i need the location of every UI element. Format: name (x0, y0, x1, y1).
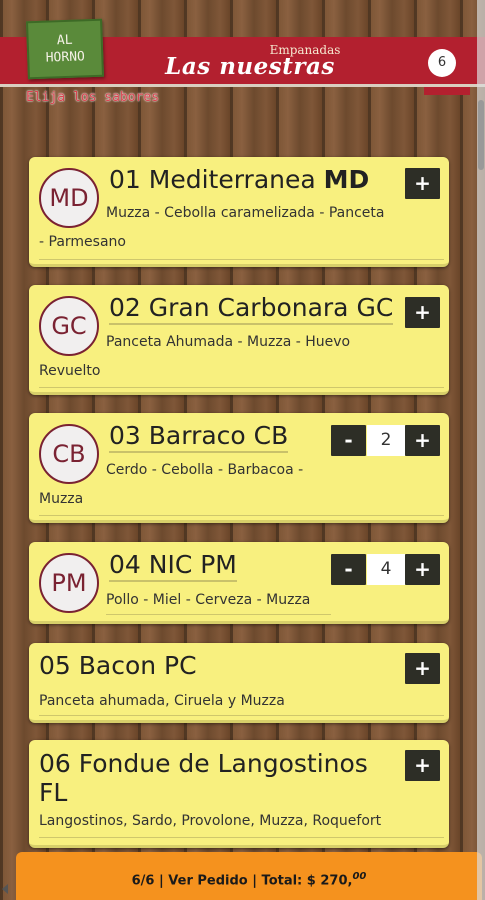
card-divider (39, 387, 444, 388)
product-title: 03 Barraco CB (109, 421, 289, 453)
product-description-line-1: Cerdo - Cebolla - Barbacoa - (106, 462, 304, 478)
product-title: 05 Bacon PC (39, 651, 197, 680)
product-card-gran-carbonara: GC 02 Gran Carbonara GC Panceta Ahumada … (29, 285, 449, 395)
remove-button[interactable]: - (331, 554, 366, 585)
product-description-line-1: Muzza - Cebolla caramelizada - Panceta (106, 205, 385, 221)
product-badge: MD (39, 168, 99, 228)
product-badge: PM (39, 553, 99, 613)
add-button[interactable]: + (405, 653, 440, 684)
card-divider (39, 515, 444, 516)
product-title: 02 Gran Carbonara GC (109, 293, 394, 325)
product-name: Mediterranea (148, 165, 316, 194)
order-count: 6/6 (131, 873, 155, 889)
order-summary-bar[interactable]: 6/6 | Ver Pedido | Total: $ 270,00 (16, 852, 482, 900)
product-description-line-1: Panceta Ahumada - Muzza - Huevo (106, 334, 351, 350)
product-badge: CB (39, 424, 99, 484)
product-card-nic: PM 04 NIC PM Pollo - Miel - Cerveza - Mu… (29, 542, 449, 624)
product-title-line-1: 06 Fondue de Langostinos (39, 749, 368, 778)
add-button[interactable]: + (405, 168, 440, 199)
add-button[interactable]: + (405, 297, 440, 328)
product-title-line-2: FL (39, 778, 68, 807)
product-description-line-1: Pollo - Miel - Cerveza - Muzza (106, 592, 311, 608)
order-total-cents: 00 (352, 871, 367, 882)
separator: | (252, 873, 258, 889)
product-description-line-2: Revuelto (39, 363, 101, 379)
remove-button[interactable]: - (331, 425, 366, 456)
product-card-fondue-langostinos: 06 Fondue de Langostinos FL Langostinos,… (29, 740, 449, 848)
product-description-line-2: - Parmesano (39, 234, 126, 250)
card-divider (39, 837, 444, 838)
card-divider (106, 614, 331, 615)
card-divider (39, 715, 444, 716)
add-button[interactable]: + (405, 554, 440, 585)
quantity-value[interactable]: 2 (367, 425, 405, 456)
page-title: Las nuestras (165, 53, 335, 80)
product-code: MD (323, 165, 370, 194)
order-total: Total: $ 270, (261, 873, 353, 889)
product-title: 04 NIC PM (109, 550, 237, 582)
ribbon-tail (424, 87, 470, 95)
product-card-barraco: CB 03 Barraco CB Cerdo - Cebolla - Barba… (29, 413, 449, 523)
separator: | (159, 873, 164, 889)
card-divider (39, 259, 444, 260)
logo-line-2: HORNO (45, 49, 86, 66)
logo[interactable]: AL HORNO (26, 18, 104, 80)
product-card-bacon: 05 Bacon PC Panceta ahumada, Ciruela y M… (29, 643, 449, 723)
quantity-value[interactable]: 4 (367, 554, 405, 585)
scrollbar-thumb[interactable] (478, 100, 484, 170)
product-number: 01 (109, 165, 141, 194)
scroll-left-arrow-icon[interactable] (2, 884, 8, 894)
cart-count-badge[interactable]: 6 (428, 49, 456, 77)
add-button[interactable]: + (405, 425, 440, 456)
product-description-line-1: Langostinos, Sardo, Provolone, Muzza, Ro… (39, 813, 382, 829)
product-title: 01 Mediterranea MD (109, 165, 369, 194)
product-description-line-2: Muzza (39, 491, 84, 507)
instructions-subtitle: Elija los sabores (26, 90, 160, 105)
view-order-link[interactable]: Ver Pedido (168, 873, 247, 888)
product-badge: GC (39, 296, 99, 356)
product-description-line-1: Panceta ahumada, Ciruela y Muzza (39, 693, 285, 709)
scrollbar[interactable] (477, 0, 485, 900)
product-card-mediterranea: MD 01 Mediterranea MD Muzza - Cebolla ca… (29, 157, 449, 267)
add-button[interactable]: + (405, 750, 440, 781)
